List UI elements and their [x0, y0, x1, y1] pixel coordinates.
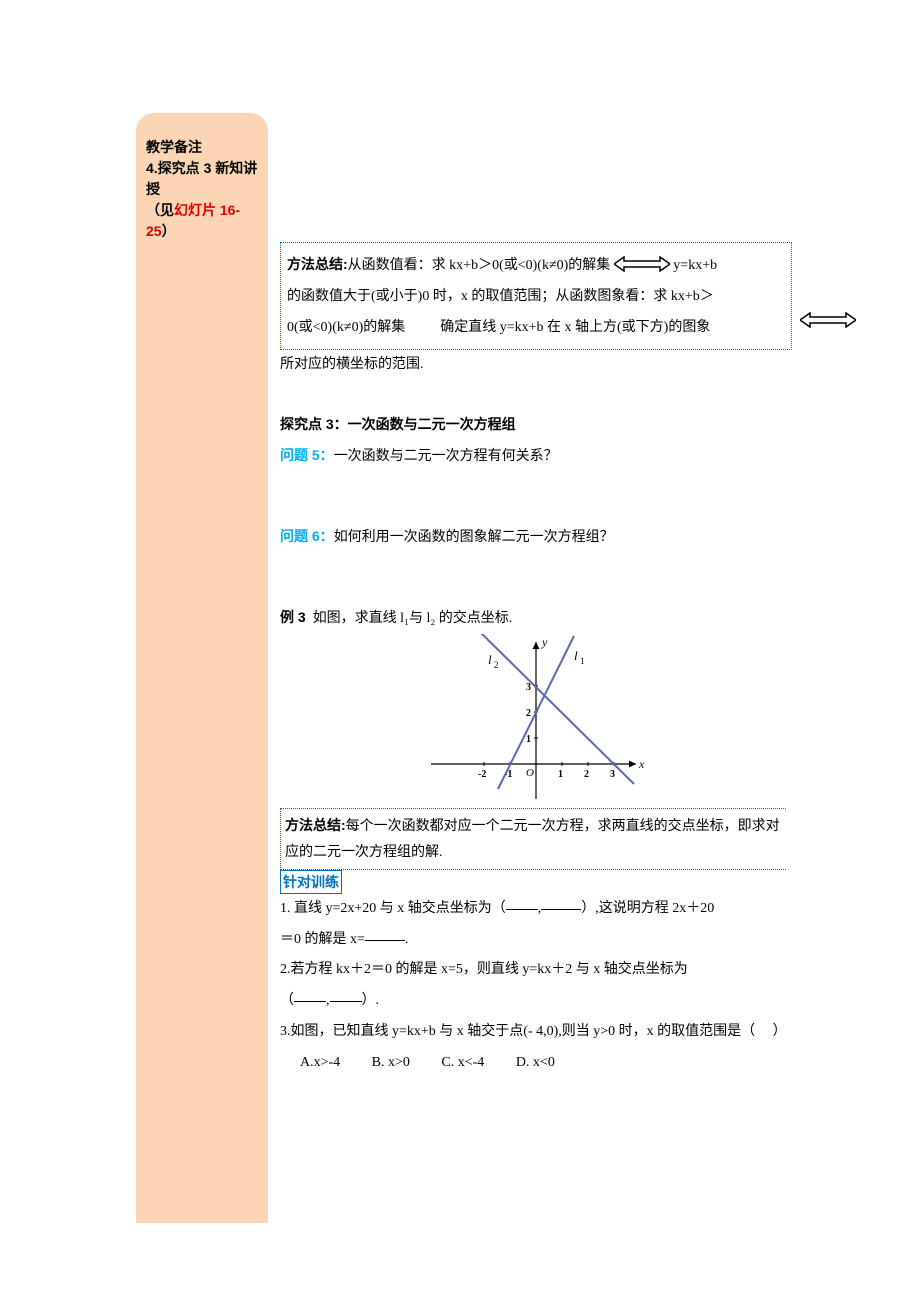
ex2-a: 2.若方程 kx＋2＝0 的解是 x=5，则直线 y=kx＋2 与 x 轴交点坐… [280, 955, 792, 986]
question-5-label: 问题 5： [280, 447, 334, 463]
double-arrow-icon [614, 256, 670, 272]
ex3: 3.如图，已知直线 y=kx+b 与 x 轴交于点(- 4,0),则当 y>0 … [280, 1017, 792, 1048]
intersection-diagram: x y O -2 -1 1 2 3 1 2 3 l1 [426, 634, 646, 804]
ex1-c: ）,这说明方程 2x＋20 [581, 901, 714, 916]
svg-text:1: 1 [558, 769, 563, 780]
question-5-text: 一次函数与二元一次方程有何关系？ [334, 449, 558, 464]
question-6-block: 问题 6：如何利用一次函数的图象解二元一次方程组？ [280, 521, 792, 554]
method-summary-text-1: 从函数值看：求 kx+b＞0(或<0)(k≠0)的解集 [348, 258, 611, 273]
opt-a: A.x>-4 [300, 1048, 340, 1079]
svg-text:y: y [541, 635, 548, 649]
svg-text:O: O [526, 767, 534, 779]
svg-text:2: 2 [584, 769, 589, 780]
example-3-text: 如图，求直线 l₁与 l₂ 的交点坐标. [306, 611, 513, 626]
double-arrow-icon-right [800, 312, 856, 333]
sidebar-title: 教学备注 [146, 137, 260, 158]
training-label: 针对训练 [280, 870, 342, 894]
sidebar-line-point: 4.探究点 3 新知讲授 [146, 158, 260, 200]
method-summary-box-2: 方法总结:每个一次函数都对应一个二元一次方程，求两直线的交点坐标，即求对应的二元… [280, 808, 786, 869]
sidebar-slides-ref: （见幻灯片 16-25） [146, 200, 260, 242]
method-summary-text-3: 0(或<0)(k≠0)的解集 确定直线 y=kx+b 在 x 轴上方(或下方)的… [287, 313, 785, 344]
ex1-a: 1. 直线 y=2x+20 与 x 轴交点坐标为（ [280, 901, 506, 916]
question-6-label: 问题 6： [280, 528, 334, 544]
main-content: 方法总结:从函数值看：求 kx+b＞0(或<0)(k≠0)的解集 y=kx+b … [280, 242, 792, 1079]
section-3: 探究点 3：一次函数与二元一次方程组 问题 5：一次函数与二元一次方程有何关系？ [280, 409, 792, 473]
svg-text:3: 3 [610, 769, 615, 780]
svg-text:2: 2 [526, 708, 531, 719]
svg-text:x: x [638, 757, 645, 771]
exercises: 1. 直线 y=2x+20 与 x 轴交点坐标为（,）,这说明方程 2x＋20 … [280, 894, 792, 1079]
example-3-block: 例 3 如图，求直线 l₁与 l₂ 的交点坐标. [280, 602, 792, 635]
blank [294, 988, 326, 1002]
method-summary-text-2: 的函数值大于(或小于)0 时，x 的取值范围；从函数图象看：求 kx+b＞ [287, 282, 785, 313]
blank [330, 988, 362, 1002]
blank [506, 896, 538, 910]
method-summary-text-1c: y=kx+b [673, 258, 717, 273]
sidebar-paren-open: （见 [146, 202, 174, 218]
opt-b: B. x>0 [372, 1048, 410, 1079]
svg-text:l: l [574, 648, 578, 663]
ex1-d: ＝0 的解是 x= [280, 932, 365, 947]
svg-text:3: 3 [526, 682, 531, 693]
teaching-notes-sidebar: 教学备注 4.探究点 3 新知讲授 （见幻灯片 16-25） [136, 113, 268, 1223]
blank [541, 896, 581, 910]
method-summary-label: 方法总结: [287, 256, 348, 272]
ex2-d: ）. [362, 993, 380, 1008]
svg-text:1: 1 [580, 656, 585, 666]
opt-d: D. x<0 [516, 1048, 555, 1079]
method-summary-2-label: 方法总结: [285, 817, 346, 833]
after-box1-text: 所对应的横坐标的范围. [280, 350, 792, 381]
content-after-box1: 所对应的横坐标的范围. [280, 350, 792, 381]
svg-text:2: 2 [494, 660, 499, 670]
svg-text:l: l [488, 652, 492, 667]
question-6-text: 如何利用一次函数的图象解二元一次方程组？ [334, 530, 614, 545]
example-3-label: 例 3 [280, 609, 306, 625]
svg-text:-2: -2 [478, 769, 486, 780]
ex1-e: . [405, 932, 409, 947]
section-3-heading: 探究点 3：一次函数与二元一次方程组 [280, 409, 792, 440]
training-label-wrap: 针对训练 [280, 870, 792, 894]
opt-c: C. x<-4 [441, 1048, 484, 1079]
ex2-b: （ [280, 993, 294, 1008]
svg-text:1: 1 [526, 734, 531, 745]
method-summary-box-1: 方法总结:从函数值看：求 kx+b＞0(或<0)(k≠0)的解集 y=kx+b … [280, 242, 792, 350]
blank [365, 927, 405, 941]
method-summary-2-text: 每个一次函数都对应一个二元一次方程，求两直线的交点坐标，即求对应的二元一次方程组… [285, 819, 780, 859]
sidebar-paren-close: ） [162, 223, 176, 239]
